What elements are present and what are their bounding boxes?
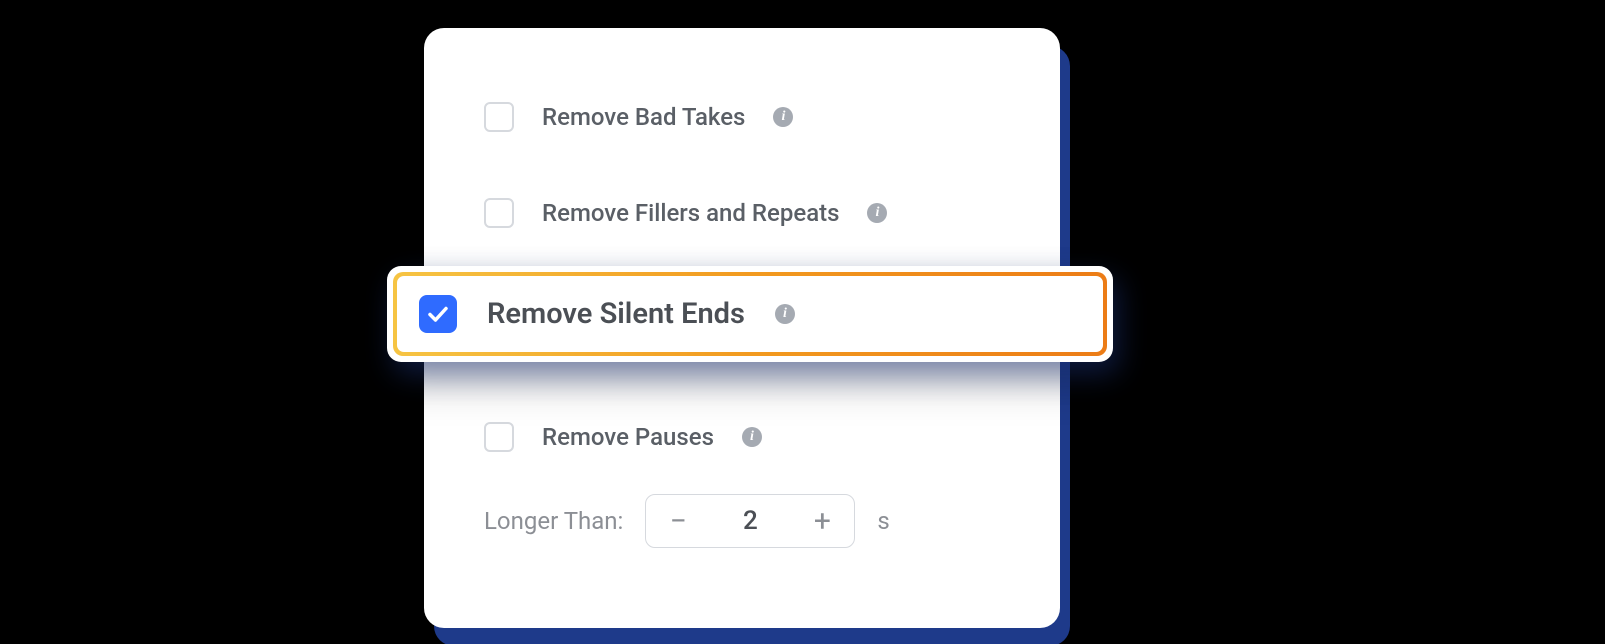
option-label: Remove Bad Takes [542, 103, 745, 131]
checkbox-fillers[interactable] [484, 198, 514, 228]
checkbox-pauses[interactable] [484, 422, 514, 452]
checkbox-silent-ends[interactable] [419, 295, 457, 333]
longer-than-row: Longer Than: − 2 + s [424, 494, 1060, 548]
info-icon[interactable]: i [742, 427, 762, 447]
duration-stepper: − 2 + [645, 494, 855, 548]
option-remove-silent-ends-highlight: Remove Silent Ends i [387, 266, 1113, 362]
option-label: Remove Fillers and Repeats [542, 199, 839, 227]
stepper-label: Longer Than: [484, 507, 623, 535]
checkbox-bad-takes[interactable] [484, 102, 514, 132]
info-icon[interactable]: i [775, 304, 795, 324]
stepper-increment[interactable]: + [790, 495, 854, 547]
stage: Remove Bad Takes i Remove Fillers and Re… [0, 0, 1605, 644]
option-remove-fillers[interactable]: Remove Fillers and Repeats i [424, 188, 1060, 238]
highlight-border: Remove Silent Ends i [393, 272, 1107, 356]
info-icon[interactable]: i [867, 203, 887, 223]
option-remove-silent-ends[interactable]: Remove Silent Ends i [397, 276, 1103, 352]
option-label: Remove Silent Ends [487, 297, 745, 331]
stepper-value[interactable]: 2 [710, 506, 790, 536]
option-remove-pauses[interactable]: Remove Pauses i [424, 422, 1060, 452]
info-icon[interactable]: i [773, 107, 793, 127]
stepper-decrement[interactable]: − [646, 495, 710, 547]
option-remove-bad-takes[interactable]: Remove Bad Takes i [424, 92, 1060, 142]
option-label: Remove Pauses [542, 423, 714, 451]
check-icon [426, 302, 450, 326]
stepper-unit: s [877, 507, 889, 535]
